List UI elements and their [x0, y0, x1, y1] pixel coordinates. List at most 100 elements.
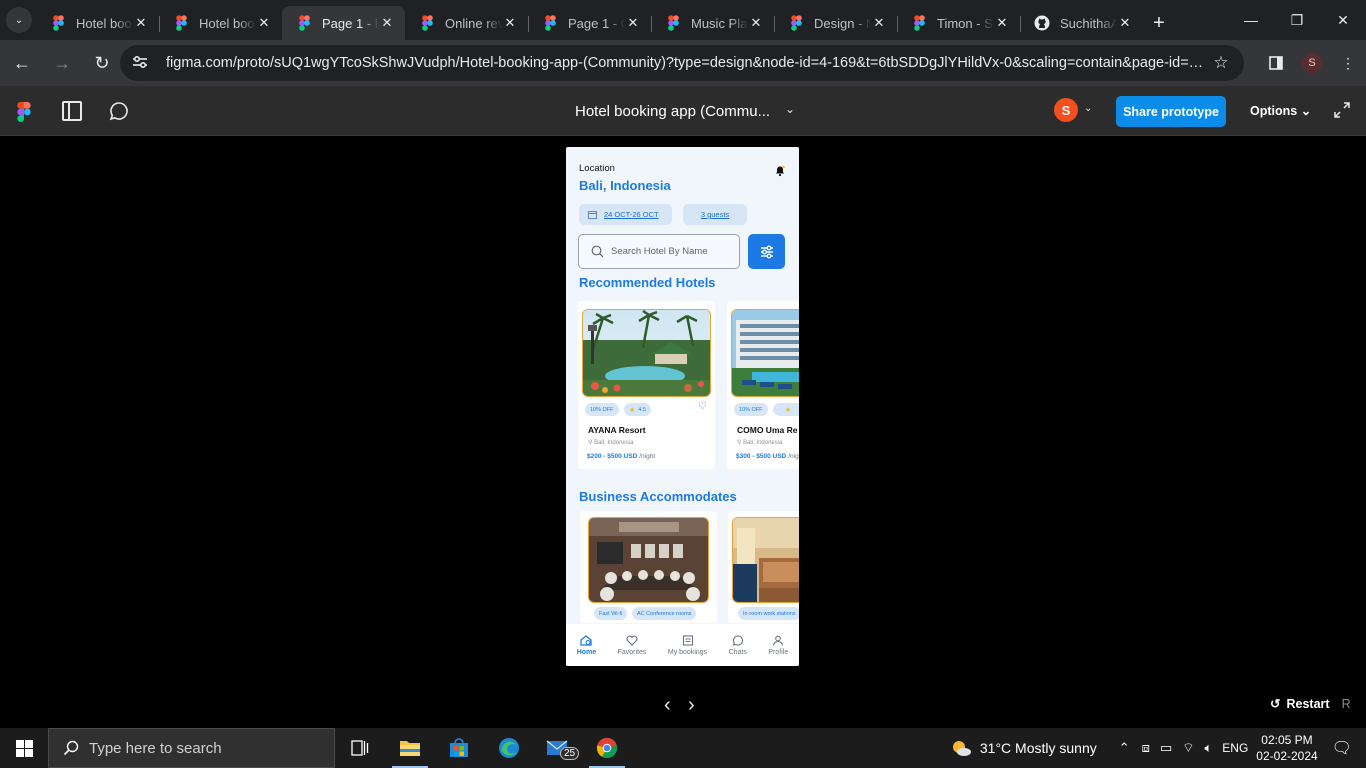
close-tab-icon[interactable]: ✕ — [994, 15, 1010, 31]
notification-center-icon[interactable]: 🗨︎ — [1332, 738, 1352, 758]
amenity-tag: Fast Wi-fi — [594, 607, 628, 620]
bookmark-star-icon[interactable]: ☆ — [1210, 53, 1232, 73]
nav-item-my-bookings[interactable]: My bookings — [668, 634, 707, 656]
taskbar-search-placeholder: Type here to search — [89, 739, 222, 757]
browser-tab-active[interactable]: Page 1 - Hotel ✕ — [282, 6, 405, 40]
reload-icon[interactable]: ↻ — [84, 45, 120, 81]
date-range-chip[interactable]: 24 OCT-26 OCT — [579, 204, 672, 225]
fullscreen-icon[interactable] — [1334, 102, 1350, 118]
browser-tab[interactable]: Music Player ✕ — [651, 6, 774, 40]
tab-search-button[interactable]: ⌄ — [6, 7, 32, 33]
minimize-icon[interactable]: — — [1228, 0, 1274, 40]
chevron-down-icon[interactable]: ⌄ — [785, 102, 795, 116]
notification-bell-icon[interactable] — [774, 165, 786, 177]
meet-now-icon[interactable]: ⧈ — [1142, 740, 1150, 756]
site-info-icon[interactable] — [132, 55, 154, 72]
file-explorer-icon[interactable] — [386, 728, 434, 768]
browser-tab[interactable]: Design - Music ✕ — [774, 6, 897, 40]
discount-tag: 10% OFF — [585, 403, 619, 416]
business-card[interactable]: Fast Wi-fi AC Conference rooms — [580, 511, 717, 623]
new-tab-button[interactable]: + — [1143, 6, 1175, 40]
figma-icon — [173, 15, 189, 31]
hotel-card[interactable]: 10% OFF ★ 4.5 ♡ AYANA Resort ⚲ Bali, Indo… — [578, 301, 715, 469]
chevron-up-icon[interactable]: ⌃ — [1119, 740, 1130, 756]
edge-browser-icon[interactable] — [485, 728, 533, 768]
clock[interactable]: 02:05 PM 02-02-2024 — [1256, 732, 1317, 764]
hotel-price-range: $300 - $500 USD — [736, 453, 787, 460]
browser-tab[interactable]: Online reviews ✕ — [405, 6, 528, 40]
language-indicator[interactable]: ENG — [1222, 741, 1248, 755]
browser-tab[interactable]: Page 1 - Online ✕ — [528, 6, 651, 40]
figma-icon — [542, 15, 558, 31]
chrome-browser-icon[interactable] — [583, 728, 631, 768]
hotel-name: AYANA Resort — [588, 425, 646, 435]
guests-chip[interactable]: 3 guests — [683, 204, 747, 225]
figma-logo-icon[interactable] — [16, 102, 32, 122]
nav-item-profile[interactable]: Profile — [768, 635, 788, 656]
close-tab-icon[interactable]: ✕ — [133, 15, 149, 31]
close-tab-icon[interactable]: ✕ — [256, 15, 272, 31]
microsoft-store-icon[interactable] — [435, 728, 483, 768]
task-view-icon[interactable] — [336, 728, 384, 768]
profile-icon — [773, 635, 784, 646]
browser-tab[interactable]: Hotel booking app ✕ — [159, 6, 282, 40]
nav-item-favorites[interactable]: Favorites — [618, 635, 646, 656]
location-value[interactable]: Bali, Indonesia — [579, 178, 671, 193]
nav-item-home[interactable]: Home — [576, 634, 597, 656]
share-prototype-button[interactable]: Share prototype — [1116, 96, 1226, 127]
previous-frame-icon[interactable]: ‹ — [664, 694, 671, 717]
chevron-down-icon[interactable]: ⌄ — [1084, 103, 1092, 114]
figma-icon — [296, 15, 312, 31]
hotel-search-input[interactable]: Search Hotel By Name — [578, 234, 740, 269]
taskbar-search-input[interactable]: Type here to search — [48, 728, 335, 768]
close-tab-icon[interactable]: ✕ — [748, 15, 764, 31]
close-window-icon[interactable]: ✕ — [1320, 0, 1366, 40]
favorite-heart-icon[interactable]: ♡ — [698, 401, 707, 412]
browser-toolbar: ← → ↻ figma.com/proto/sUQ1wgYTcoSkShwJVu… — [0, 40, 1366, 86]
side-panel-icon[interactable] — [1258, 45, 1294, 81]
sidebar-toggle-icon[interactable] — [62, 101, 82, 121]
clock-time: 02:05 PM — [1261, 733, 1313, 747]
close-tab-icon[interactable]: ✕ — [625, 15, 641, 31]
windows-start-icon[interactable] — [0, 728, 48, 768]
price-unit: /night — [639, 453, 656, 460]
filter-button[interactable] — [748, 234, 785, 269]
close-tab-icon[interactable]: ✕ — [871, 15, 887, 31]
browser-tab[interactable]: Timon - Shop ✕ — [897, 6, 1020, 40]
mail-icon[interactable]: 25 — [534, 728, 582, 768]
weather-sun-icon[interactable] — [950, 739, 972, 757]
address-bar[interactable]: figma.com/proto/sUQ1wgYTcoSkShwJVudph/Ho… — [120, 45, 1244, 81]
hotel-card[interactable]: 10% OFF ★ COMO Uma Re ⚲ Bali, Indonesia … — [727, 301, 799, 469]
restore-icon[interactable]: ❐ — [1274, 0, 1320, 40]
user-avatar[interactable]: S — [1054, 98, 1078, 122]
next-frame-icon[interactable]: › — [688, 694, 695, 717]
close-tab-icon[interactable]: ✕ — [379, 15, 395, 31]
prototype-frame[interactable]: Location Bali, Indonesia 24 OCT-26 OCT 3… — [566, 147, 799, 666]
restart-button[interactable]: ↺ Restart R — [1270, 696, 1351, 712]
forward-arrow-icon[interactable]: → — [44, 45, 80, 81]
wifi-icon[interactable]: ⌔ — [1182, 740, 1194, 756]
browser-tab[interactable]: Hotel booking app ✕ — [36, 6, 159, 40]
nav-label: Home — [576, 648, 597, 656]
discount-tag: 10% OFF — [734, 403, 768, 416]
profile-initial: S — [1302, 53, 1322, 73]
weather-text[interactable]: 31°C Mostly sunny — [980, 740, 1097, 756]
hotel-price-range: $200 - $500 USD — [587, 453, 638, 460]
filter-sliders-icon — [760, 245, 773, 258]
nav-item-chats[interactable]: Chats — [729, 634, 747, 656]
star-icon: ★ — [629, 406, 636, 414]
browser-tab[interactable]: SuchithaA ✕ — [1020, 6, 1143, 40]
comment-icon[interactable] — [109, 101, 129, 121]
file-title[interactable]: Hotel booking app (Commu... — [575, 103, 770, 120]
back-arrow-icon[interactable]: ← — [4, 45, 40, 81]
profile-avatar[interactable]: S — [1294, 45, 1330, 81]
tab-title: Timon - Shop — [937, 15, 994, 31]
tab-title: Online reviews — [445, 15, 502, 31]
close-tab-icon[interactable]: ✕ — [1117, 15, 1133, 31]
menu-kebab-icon[interactable]: ⋮ — [1330, 45, 1366, 81]
business-card[interactable]: In-room work stations — [728, 511, 799, 623]
battery-icon[interactable]: ▭ — [1160, 740, 1172, 756]
close-tab-icon[interactable]: ✕ — [502, 15, 518, 31]
volume-icon[interactable]: 🔈︎ — [1204, 740, 1212, 756]
options-menu[interactable]: Options ⌄ — [1250, 103, 1311, 118]
